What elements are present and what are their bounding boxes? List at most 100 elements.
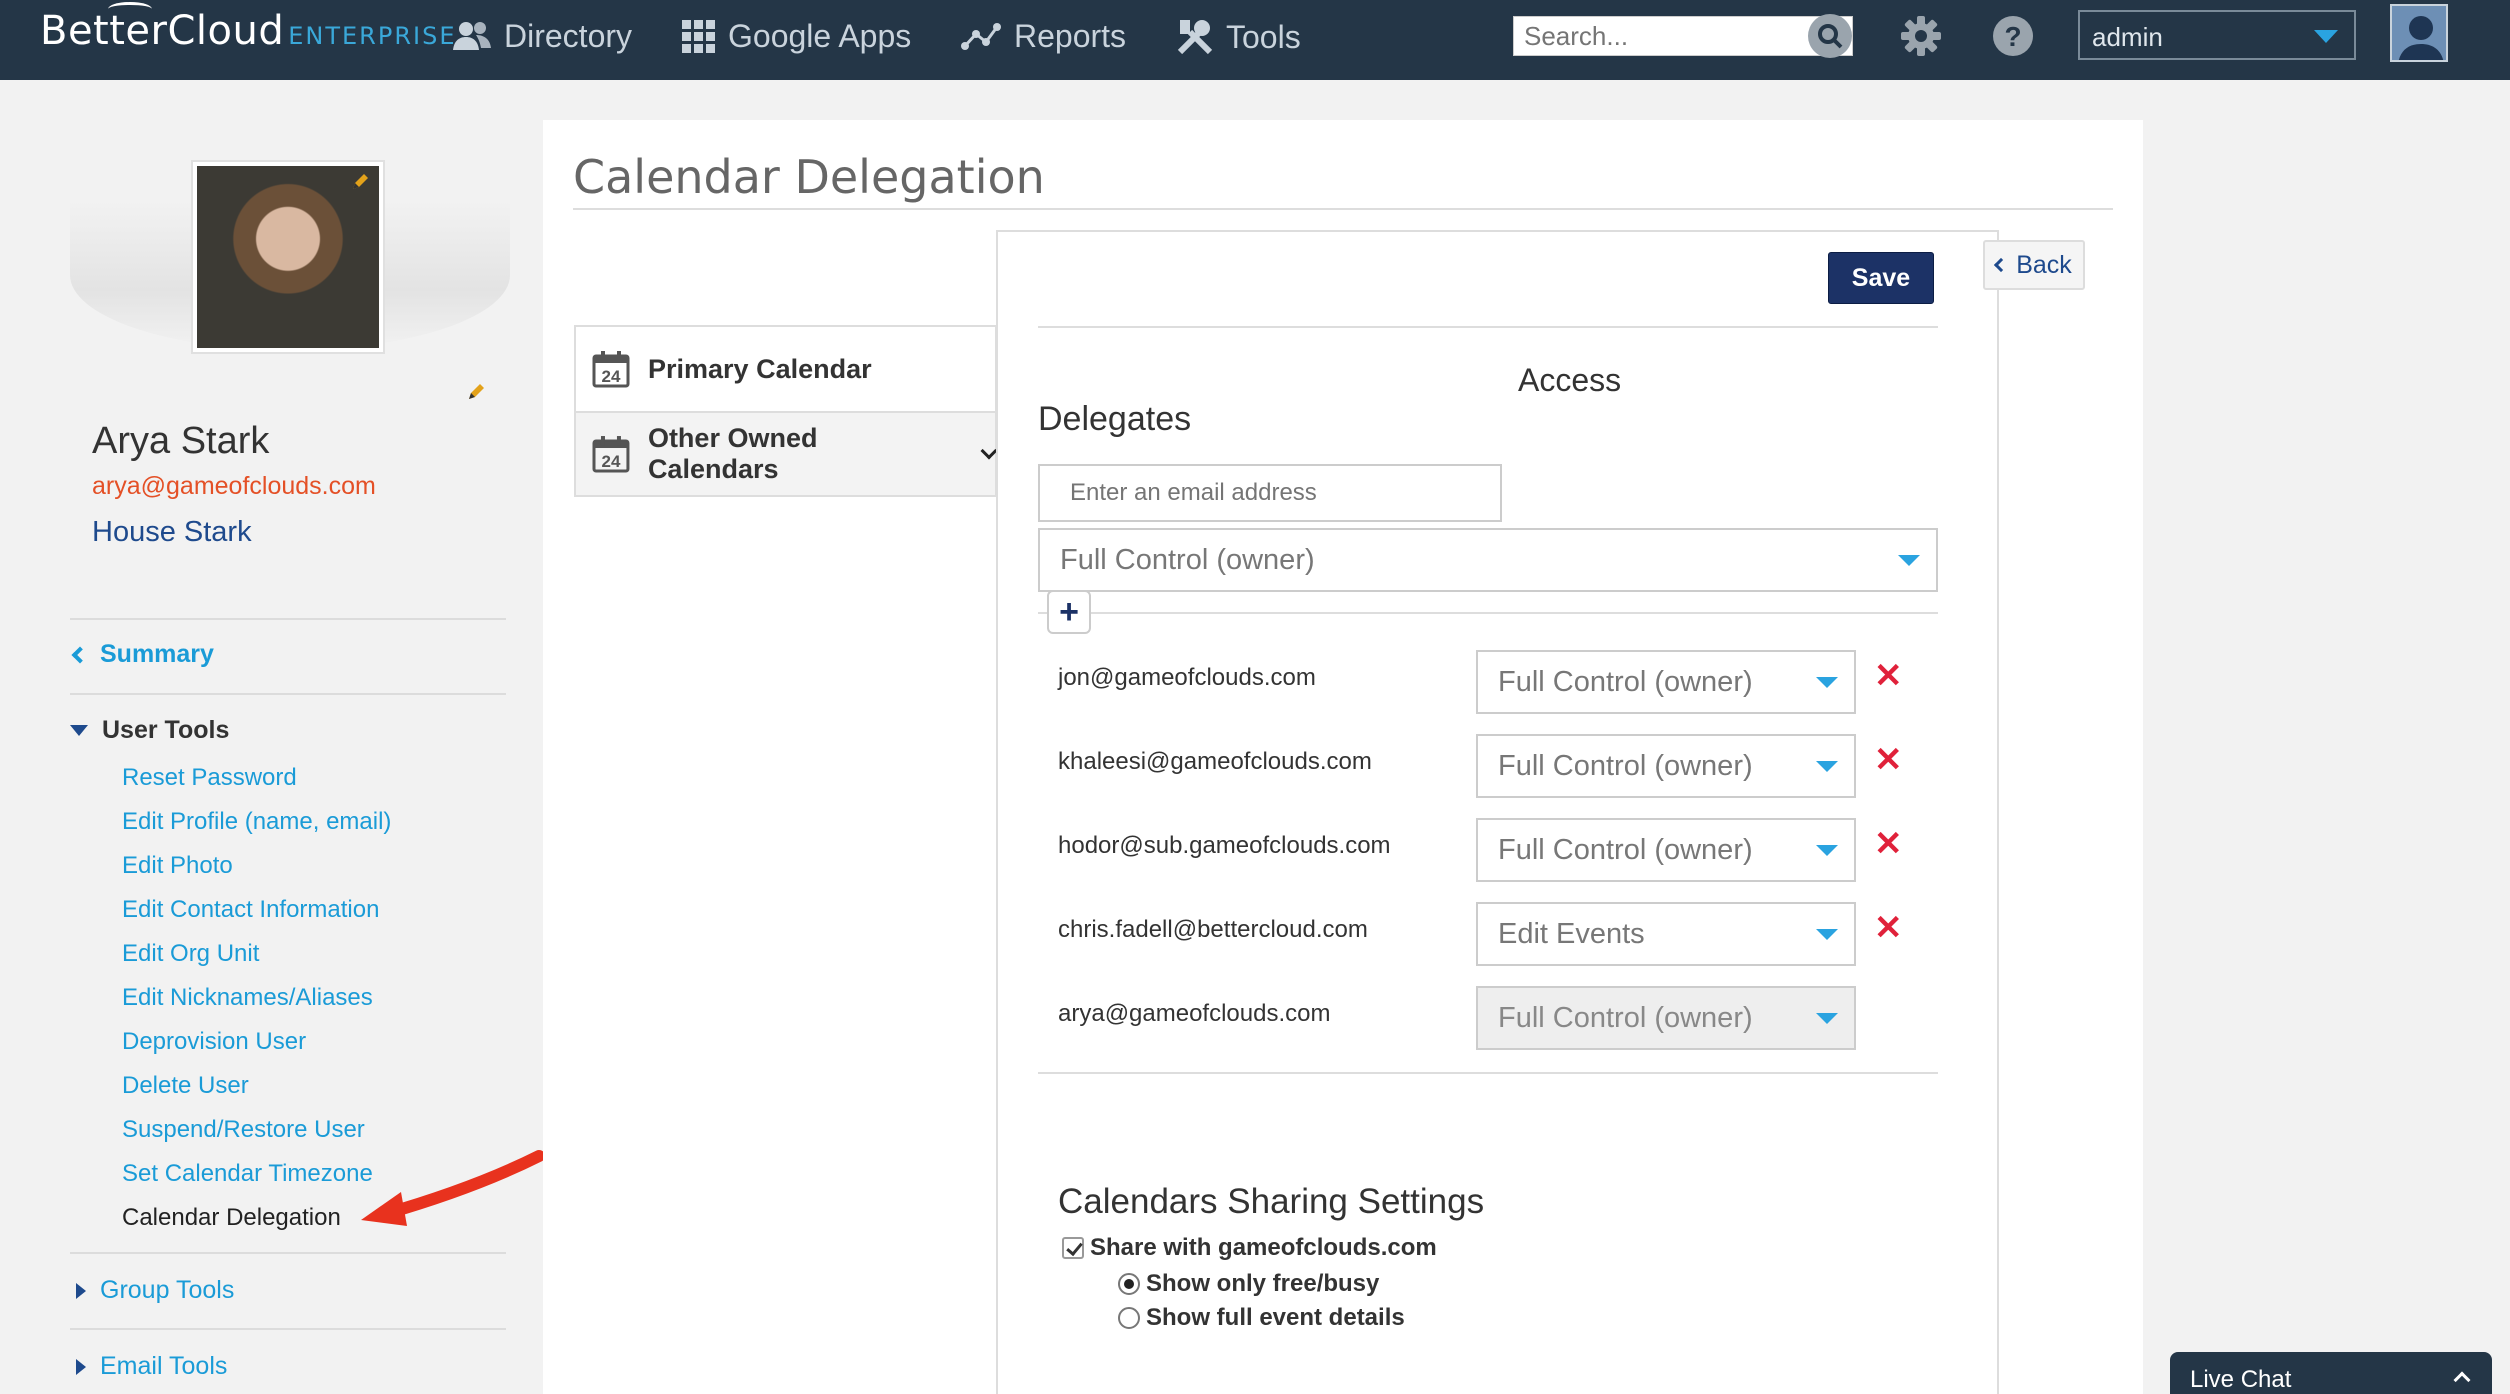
chevron-down-icon: [1898, 555, 1920, 566]
delegate-permission-value: Full Control (owner): [1498, 833, 1753, 866]
sidebar-link-edit-photo[interactable]: Edit Photo: [122, 852, 233, 880]
delegate-email-input[interactable]: [1038, 464, 1502, 522]
account-name: admin: [2092, 22, 2163, 52]
delegate-permission-select[interactable]: Full Control (owner): [1476, 818, 1856, 882]
users-icon: [453, 21, 491, 50]
calendar-icon: 24: [592, 436, 630, 473]
grid-icon: [682, 19, 715, 53]
tab-other-owned-calendars-label: Other Owned Calendars: [647, 423, 818, 484]
sidebar-user-tools-label: User Tools: [102, 716, 230, 744]
chevron-left-icon: [1994, 257, 2009, 273]
account-select[interactable]: admin: [2078, 10, 2356, 60]
user-name: Arya Stark: [92, 420, 270, 462]
chevron-left-icon: [71, 646, 89, 663]
sidebar-link-calendar-timezone[interactable]: Set Calendar Timezone: [122, 1160, 373, 1188]
panel-divider: [1038, 612, 1938, 614]
logo[interactable]: BetterCloud ENTERPRISE: [40, 8, 456, 54]
gear-icon[interactable]: [1899, 14, 1943, 58]
delegate-permission-select[interactable]: Full Control (owner): [1476, 734, 1856, 798]
calendar-icon-day: 24: [602, 452, 621, 471]
sidebar-link-edit-nicknames[interactable]: Edit Nicknames/Aliases: [122, 984, 373, 1012]
nav-google-apps[interactable]: Google Apps: [682, 18, 911, 55]
delegate-email: hodor@sub.gameofclouds.com: [1058, 832, 1391, 859]
radio-free-busy[interactable]: [1118, 1273, 1140, 1295]
radio-free-busy-label: Show only free/busy: [1146, 1270, 1380, 1297]
main-card: Calendar Delegation 24 Primary Calendar …: [543, 120, 2143, 1394]
chevron-down-icon: [1816, 1013, 1838, 1024]
add-delegate-button[interactable]: +: [1047, 590, 1091, 634]
tab-other-owned-calendars[interactable]: 24 Other Owned Calendars: [574, 411, 998, 497]
sidebar-group-tools[interactable]: Group Tools: [70, 1276, 234, 1305]
delegate-email: khaleesi@gameofclouds.com: [1058, 748, 1372, 775]
live-chat-label: Live Chat: [2190, 1366, 2292, 1393]
save-button[interactable]: Save: [1828, 252, 1934, 304]
delegate-permission-value: Full Control (owner): [1498, 749, 1753, 782]
user-org-unit[interactable]: House Stark: [92, 516, 252, 549]
radio-full-details-row[interactable]: Show full event details: [1118, 1304, 1405, 1332]
share-domain-checkbox-row[interactable]: Share with gameofclouds.com: [1062, 1234, 1437, 1262]
delegate-permission-select[interactable]: Edit Events: [1476, 902, 1856, 966]
top-navbar: BetterCloud ENTERPRISE Directory Google A…: [0, 0, 2510, 80]
nav-tools[interactable]: Tools: [1176, 18, 1301, 56]
edit-profile-pencil-icon[interactable]: [466, 382, 486, 402]
remove-delegate-close-icon[interactable]: ✕: [1874, 824, 1903, 864]
chevron-down-icon: [1816, 677, 1838, 688]
live-chat-widget[interactable]: Live Chat: [2170, 1352, 2492, 1394]
tab-primary-calendar[interactable]: 24 Primary Calendar: [574, 325, 997, 411]
access-column-label: Access: [1518, 362, 1622, 398]
delegate-permission-select[interactable]: Full Control (owner): [1476, 650, 1856, 714]
sidebar-divider: [70, 618, 506, 620]
chart-nodes-icon: [961, 22, 1001, 50]
delegation-panel: Save Access Delegates Full Control (owne…: [996, 230, 1999, 1394]
sidebar-link-edit-profile[interactable]: Edit Profile (name, email): [122, 808, 391, 836]
nav-reports[interactable]: Reports: [960, 18, 1126, 55]
edit-photo-pencil-icon[interactable]: [350, 172, 370, 192]
remove-delegate-close-icon[interactable]: ✕: [1874, 740, 1903, 780]
avatar[interactable]: [2390, 4, 2448, 62]
nav-directory[interactable]: Directory: [452, 18, 632, 55]
help-icon[interactable]: ?: [1991, 14, 2035, 58]
radio-full-details[interactable]: [1118, 1307, 1140, 1329]
sidebar-link-deprovision[interactable]: Deprovision User: [122, 1028, 306, 1056]
sidebar-link-reset-password[interactable]: Reset Password: [122, 764, 297, 792]
search-button[interactable]: [1808, 14, 1852, 58]
radio-free-busy-row[interactable]: Show only free/busy: [1118, 1270, 1379, 1298]
sidebar-user-tools[interactable]: User Tools: [70, 716, 229, 745]
sidebar-summary[interactable]: Summary: [70, 640, 214, 669]
chevron-up-icon: [2453, 1371, 2471, 1389]
title-divider: [573, 208, 2113, 210]
delegate-email: arya@gameofclouds.com: [1058, 1000, 1331, 1027]
calendar-icon: 24: [592, 351, 630, 388]
delegate-permission-value: Edit Events: [1498, 917, 1645, 950]
new-delegate-permission-select[interactable]: Full Control (owner): [1038, 528, 1938, 592]
chevron-down-icon: [1816, 929, 1838, 940]
delegate-email: jon@gameofclouds.com: [1058, 664, 1316, 691]
radio-full-details-label: Show full event details: [1146, 1304, 1405, 1331]
sidebar-link-edit-org-unit[interactable]: Edit Org Unit: [122, 940, 259, 968]
sidebar-link-suspend-restore[interactable]: Suspend/Restore User: [122, 1116, 365, 1144]
panel-divider: [1038, 1072, 1938, 1074]
sidebar-link-edit-contact[interactable]: Edit Contact Information: [122, 896, 379, 924]
sidebar-email-tools[interactable]: Email Tools: [70, 1352, 227, 1381]
remove-delegate-close-icon[interactable]: ✕: [1874, 908, 1903, 948]
sidebar-link-delete-user[interactable]: Delete User: [122, 1072, 249, 1100]
new-delegate-permission-value: Full Control (owner): [1060, 543, 1315, 576]
delegate-permission-value: Full Control (owner): [1498, 665, 1753, 698]
tools-icon: [1177, 20, 1213, 55]
delegate-permission-select-disabled: Full Control (owner): [1476, 986, 1856, 1050]
back-button[interactable]: Back: [1983, 240, 2085, 290]
remove-delegate-close-icon[interactable]: ✕: [1874, 656, 1903, 696]
calendar-tabs: 24 Primary Calendar 24 Other Owned Calen…: [574, 325, 998, 497]
logo-text: BetterCloud: [40, 8, 285, 54]
sharing-settings-heading: Calendars Sharing Settings: [1058, 1182, 1485, 1221]
share-domain-checkbox[interactable]: [1062, 1237, 1084, 1259]
sidebar-link-calendar-delegation[interactable]: Calendar Delegation: [122, 1204, 341, 1232]
delegate-email: chris.fadell@bettercloud.com: [1058, 916, 1368, 943]
search-input[interactable]: [1513, 16, 1853, 56]
sidebar-email-tools-label: Email Tools: [100, 1352, 228, 1380]
share-domain-label: Share with gameofclouds.com: [1090, 1234, 1437, 1261]
page-title: Calendar Delegation: [573, 150, 1045, 204]
calendar-icon-day: 24: [602, 367, 621, 386]
chevron-down-icon: [2314, 30, 2338, 43]
svg-text:?: ?: [2004, 21, 2021, 52]
